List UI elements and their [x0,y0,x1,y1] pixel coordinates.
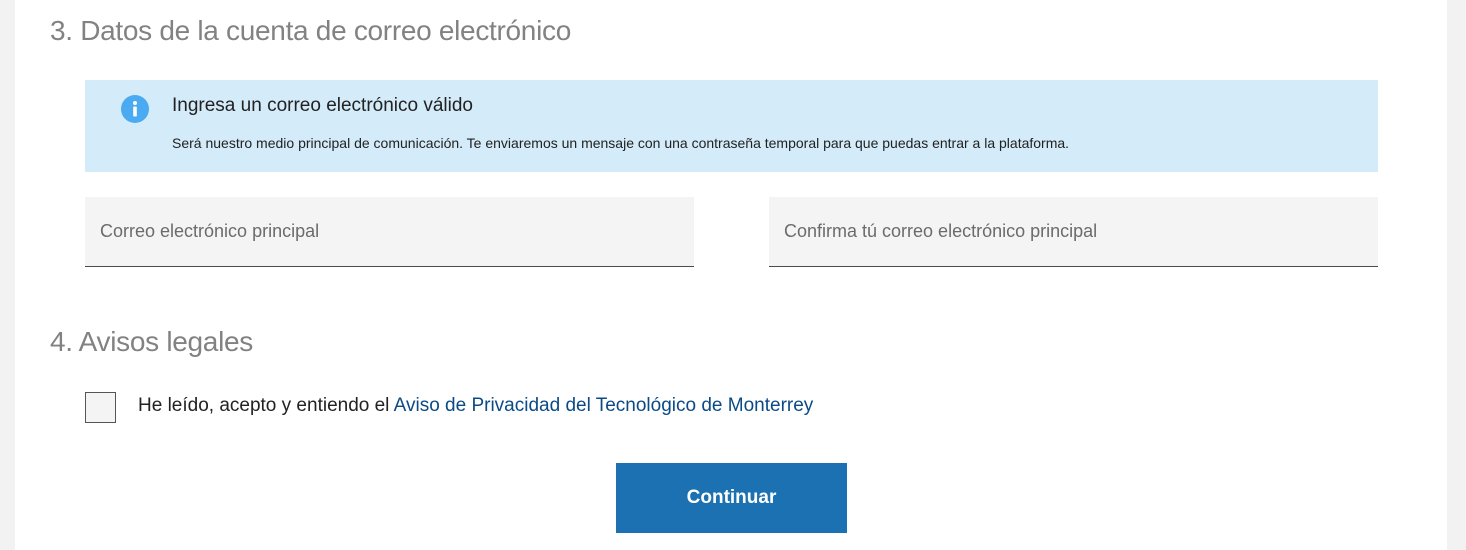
privacy-consent-text: He leído, acepto y entiendo el [138,395,394,416]
privacy-consent-checkbox[interactable] [85,392,116,423]
info-alert: Ingresa un correo electrónico válido Ser… [85,80,1378,172]
info-alert-text: Será nuestro medio principal de comunica… [172,135,1070,151]
email-field[interactable] [85,197,694,266]
email-field-container [85,197,694,267]
privacy-notice-link[interactable]: Aviso de Privacidad del Tecnológico de M… [394,395,814,416]
section-title-email-account: 3. Datos de la cuenta de correo electrón… [50,15,571,46]
info-icon [121,95,149,123]
confirm-email-field[interactable] [769,197,1378,266]
info-alert-title: Ingresa un correo electrónico válido [172,95,474,116]
section-title-legal-notices: 4. Avisos legales [50,326,253,357]
continue-button[interactable]: Continuar [616,463,847,533]
confirm-email-field-container [769,197,1378,267]
privacy-consent-label: He leído, acepto y entiendo el Aviso de … [138,395,813,417]
form-page: 3. Datos de la cuenta de correo electrón… [15,0,1447,550]
